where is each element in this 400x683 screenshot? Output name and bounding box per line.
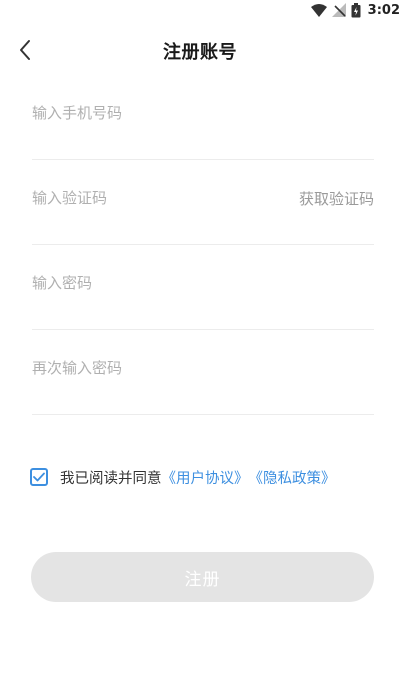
register-screen: 3:02 注册账号 获取验证码 我已阅读并同意 《用户协议》 [0, 0, 400, 683]
confirm-password-field [32, 331, 374, 415]
checkmark-icon [33, 472, 45, 482]
confirm-password-input[interactable] [32, 355, 272, 381]
register-button[interactable]: 注册 [31, 552, 374, 602]
agreement-checkbox[interactable] [30, 468, 48, 486]
phone-field [32, 76, 374, 160]
header: 注册账号 [0, 30, 400, 70]
verification-code-input[interactable] [32, 185, 272, 211]
status-icons: 3:02 [310, 1, 400, 19]
signal-icon [331, 3, 346, 17]
password-field [32, 246, 374, 330]
agreement-row: 我已阅读并同意 《用户协议》 《隐私政策》 [30, 466, 336, 488]
code-field: 获取验证码 [32, 161, 374, 245]
status-bar: 3:02 [0, 0, 400, 22]
agreement-text: 我已阅读并同意 [60, 470, 162, 487]
status-time: 3:02 [367, 2, 400, 18]
privacy-policy-link[interactable]: 《隐私政策》 [249, 467, 336, 488]
password-input[interactable] [32, 270, 272, 296]
user-agreement-link[interactable]: 《用户协议》 [162, 467, 249, 488]
battery-icon [351, 2, 361, 17]
page-title: 注册账号 [163, 42, 237, 63]
phone-input[interactable] [32, 100, 272, 126]
wifi-icon [310, 3, 327, 17]
get-code-button[interactable]: 获取验证码 [299, 188, 374, 209]
